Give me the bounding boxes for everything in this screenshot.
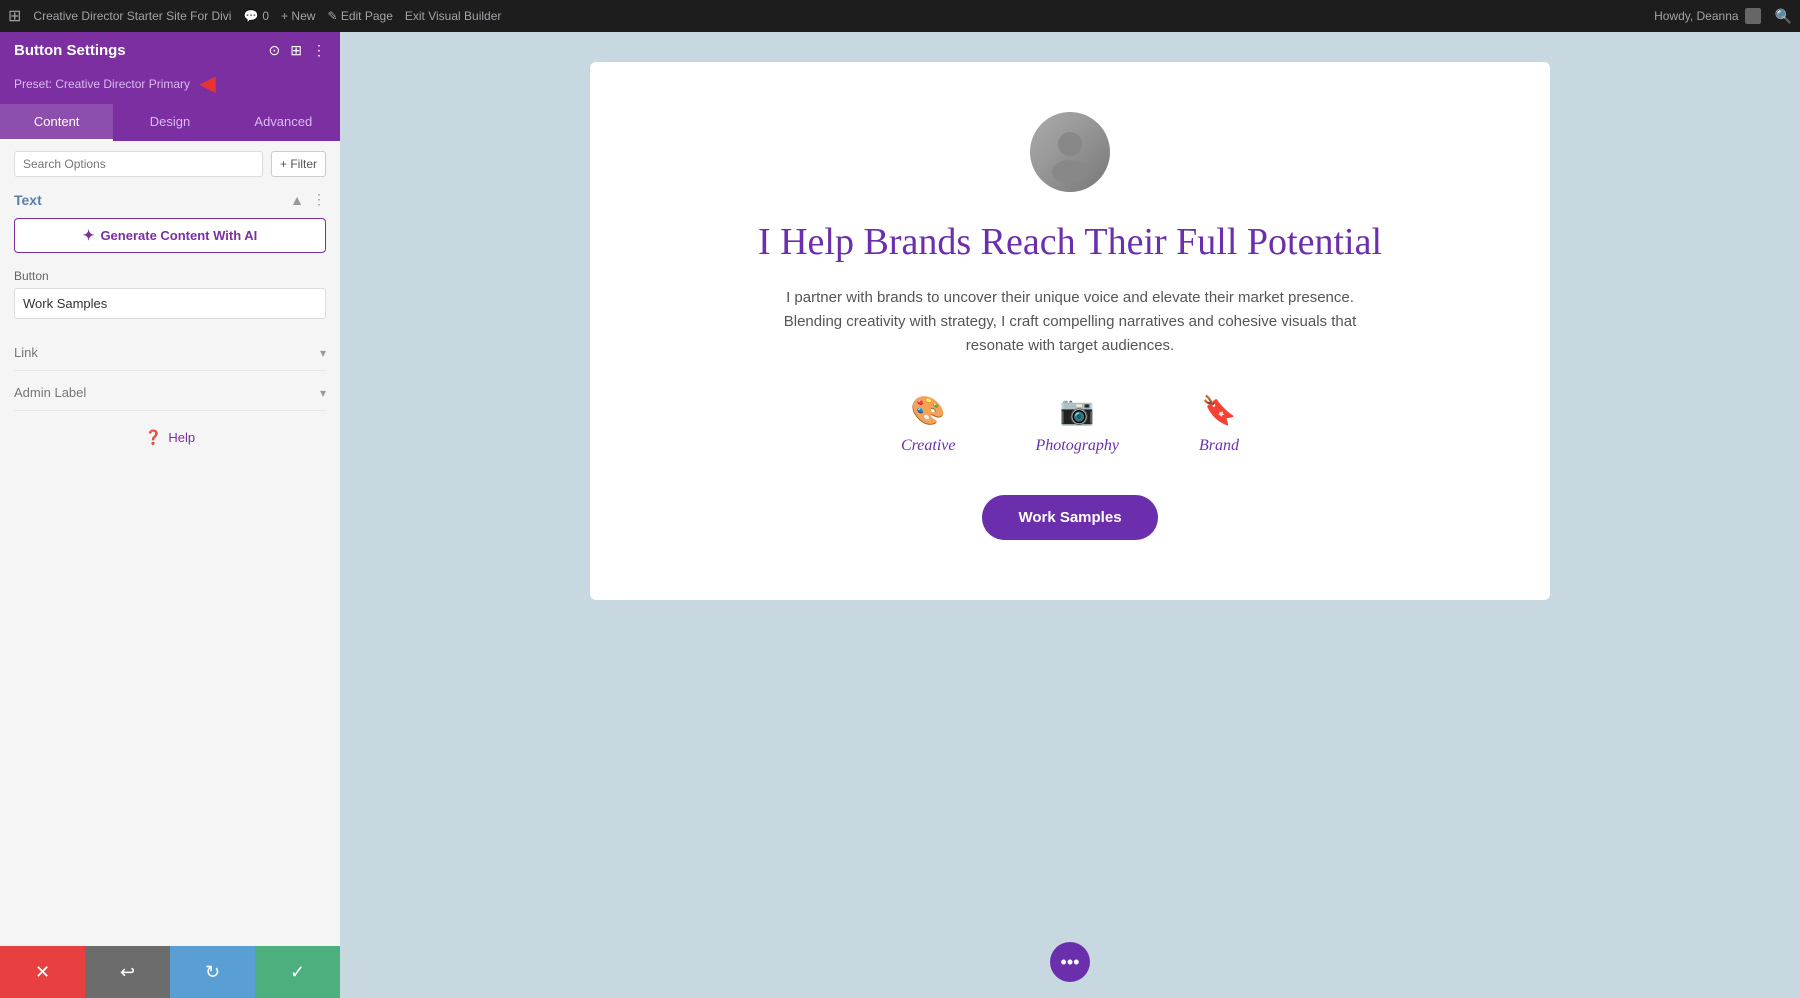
admin-label-section: Admin Label ▾ [14, 375, 326, 411]
tab-design[interactable]: Design [113, 104, 226, 141]
avatar-image [1030, 112, 1110, 192]
ai-button-label: Generate Content With AI [100, 228, 257, 243]
red-arrow-icon: ◀ [200, 71, 215, 96]
new-link[interactable]: + New [281, 9, 315, 23]
button-text-input[interactable] [14, 288, 326, 319]
link-section-header[interactable]: Link ▾ [14, 335, 326, 370]
wp-admin-bar: ⊞ Creative Director Starter Site For Div… [0, 0, 1800, 32]
columns-icon[interactable]: ⊞ [290, 42, 302, 59]
preview-area: I Help Brands Reach Their Full Potential… [340, 32, 1800, 998]
howdy-menu[interactable]: Howdy, Deanna 🔍 [1654, 8, 1792, 25]
comment-count[interactable]: 💬 0 [243, 9, 269, 23]
hero-title: I Help Brands Reach Their Full Potential [758, 220, 1382, 266]
cancel-icon: ✕ [35, 962, 50, 983]
undo-button[interactable]: ↩ [85, 946, 170, 998]
search-input[interactable] [14, 151, 263, 177]
edit-page-link[interactable]: ✎ Edit Page [327, 9, 392, 23]
admin-label-title: Admin Label [14, 385, 86, 400]
redo-icon: ↻ [205, 962, 220, 983]
panel-footer: ✕ ↩ ↻ ✓ [0, 946, 340, 998]
admin-label-chevron-icon: ▾ [320, 386, 326, 400]
creative-icon: 🎨 [911, 394, 946, 427]
main-container: Button Settings ⊙ ⊞ ⋮ Preset: Creative D… [0, 32, 1800, 998]
cancel-button[interactable]: ✕ [0, 946, 85, 998]
text-section-more-icon[interactable]: ⋮ [312, 191, 326, 208]
preview-card: I Help Brands Reach Their Full Potential… [590, 62, 1550, 600]
floating-dots-button[interactable]: ••• [1050, 942, 1090, 982]
panel-title: Button Settings [14, 42, 126, 59]
search-row: + Filter [14, 151, 326, 177]
collapse-icon[interactable]: ▲ [290, 192, 304, 208]
left-panel: Button Settings ⊙ ⊞ ⋮ Preset: Creative D… [0, 32, 340, 998]
admin-search-icon[interactable]: 🔍 [1775, 8, 1792, 25]
panel-header: Button Settings ⊙ ⊞ ⋮ [0, 32, 340, 69]
service-photography: 📷 Photography [1035, 394, 1119, 455]
help-icon: ❓ [145, 429, 162, 446]
service-brand: 🔖 Brand [1199, 394, 1239, 455]
dots-icon: ••• [1061, 952, 1080, 973]
camera-icon[interactable]: ⊙ [269, 42, 281, 59]
services-row: 🎨 Creative 📷 Photography 🔖 Brand [901, 394, 1239, 455]
save-icon: ✓ [290, 962, 305, 983]
ai-icon: ✦ [83, 227, 95, 244]
text-section-header: Text ▲ ⋮ [14, 191, 326, 208]
photography-icon: 📷 [1060, 394, 1095, 427]
link-section: Link ▾ [14, 335, 326, 371]
redo-button[interactable]: ↻ [170, 946, 255, 998]
admin-label-header[interactable]: Admin Label ▾ [14, 375, 326, 410]
photography-label: Photography [1035, 437, 1119, 455]
button-field-label: Button [14, 269, 326, 283]
link-chevron-icon: ▾ [320, 346, 326, 360]
wp-logo-icon: ⊞ [8, 6, 21, 26]
comment-icon: 💬 [243, 9, 258, 23]
preset-row: Preset: Creative Director Primary ◀ [0, 69, 340, 104]
help-label: Help [168, 430, 195, 445]
undo-icon: ↩ [120, 962, 135, 983]
panel-tabs: Content Design Advanced [0, 104, 340, 141]
panel-body: + Filter Text ▲ ⋮ ✦ Generate Content Wit… [0, 141, 340, 946]
link-section-title: Link [14, 345, 38, 360]
panel-header-icons: ⊙ ⊞ ⋮ [269, 42, 326, 59]
brand-label: Brand [1199, 437, 1239, 455]
save-button[interactable]: ✓ [255, 946, 340, 998]
hero-subtitle: I partner with brands to uncover their u… [760, 286, 1380, 358]
preset-label[interactable]: Preset: Creative Director Primary [14, 77, 190, 91]
profile-avatar [1030, 112, 1110, 192]
cta-button[interactable]: Work Samples [982, 495, 1157, 540]
exit-builder-link[interactable]: Exit Visual Builder [405, 9, 502, 23]
ai-generate-button[interactable]: ✦ Generate Content With AI [14, 218, 326, 253]
brand-icon: 🔖 [1202, 394, 1237, 427]
admin-avatar [1745, 8, 1761, 24]
creative-label: Creative [901, 437, 956, 455]
more-options-icon[interactable]: ⋮ [312, 42, 326, 59]
site-name[interactable]: Creative Director Starter Site For Divi [33, 9, 231, 23]
howdy-label: Howdy, Deanna [1654, 9, 1739, 23]
tab-content[interactable]: Content [0, 104, 113, 141]
tab-advanced[interactable]: Advanced [227, 104, 340, 141]
text-section-icons: ▲ ⋮ [290, 191, 326, 208]
service-creative: 🎨 Creative [901, 394, 956, 455]
help-row[interactable]: ❓ Help [14, 415, 326, 460]
filter-button[interactable]: + Filter [271, 151, 326, 177]
text-section-title: Text [14, 192, 42, 208]
